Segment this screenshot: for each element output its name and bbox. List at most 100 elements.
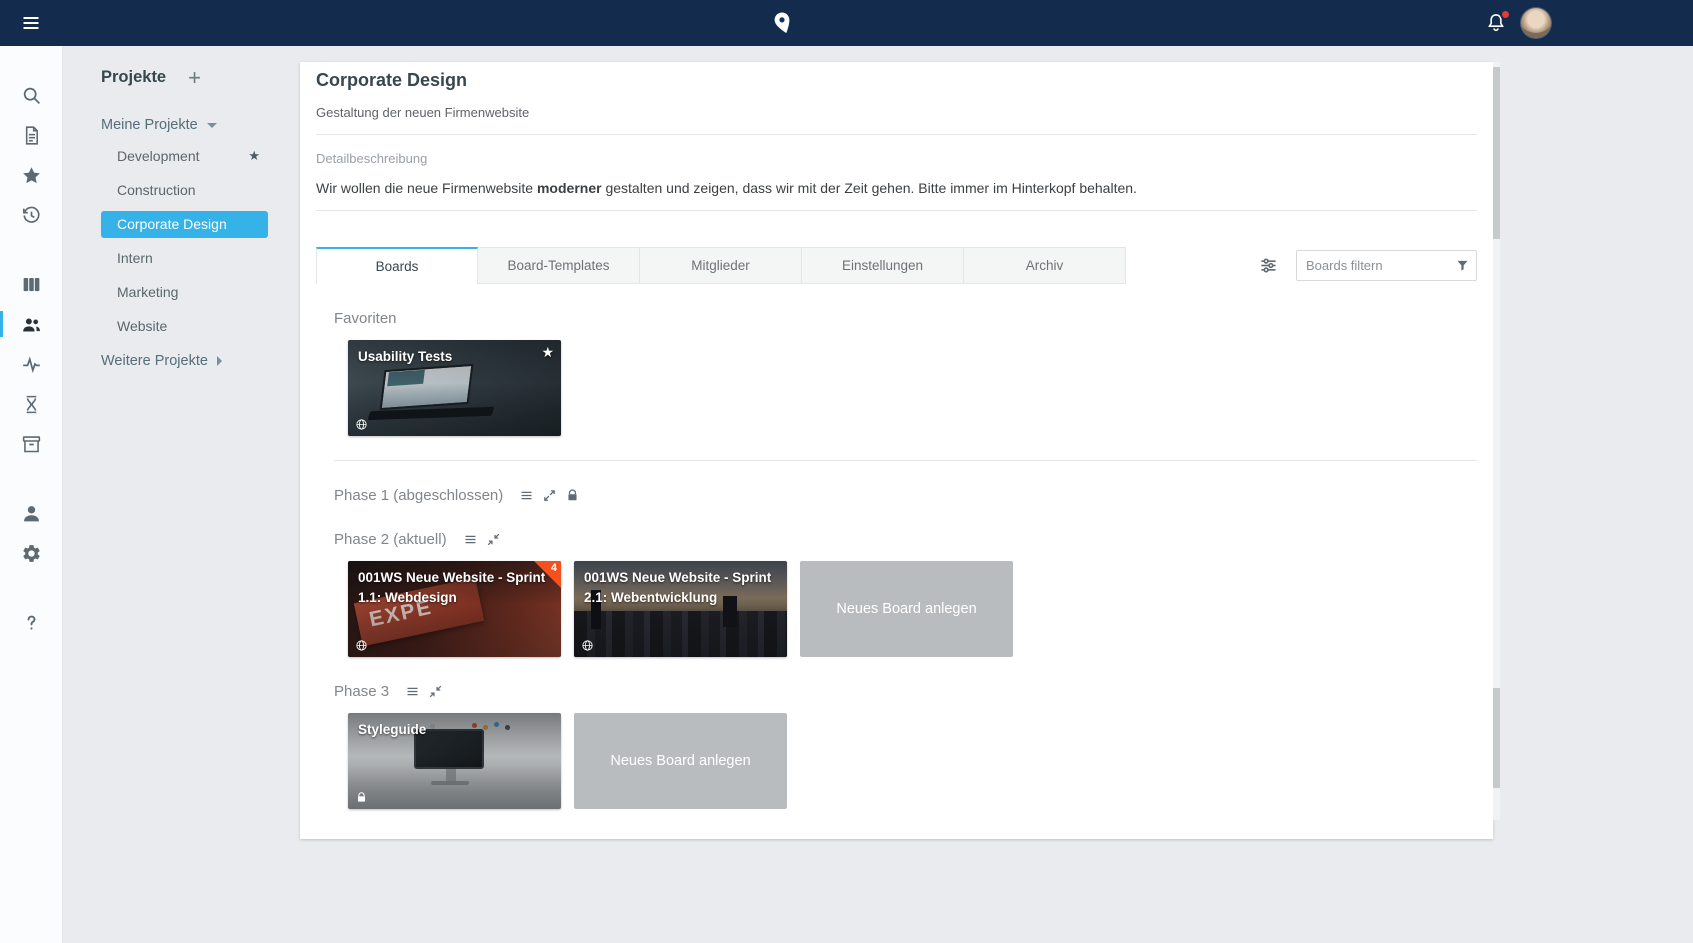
board-card-styleguide[interactable]: Styleguide [348,713,561,809]
list-icon [405,684,420,699]
section-title: Phase 1 (abgeschlossen) [334,487,503,504]
add-project-button[interactable]: + [188,69,201,87]
sidebar-item-marketing[interactable]: Marketing [101,275,268,309]
app-logo-pin-icon [770,6,796,40]
section-collapse-button[interactable] [486,532,501,547]
tab-boards[interactable]: Boards [316,247,478,284]
tab-board-templates[interactable]: Board-Templates [478,247,640,284]
section-lock-button[interactable] [565,488,580,503]
view-options-button[interactable] [1259,256,1278,275]
boards-icon [21,274,42,295]
board-title: 001WS Neue Website - Sprint 2.1: Webentw… [574,561,787,614]
rail-item-activity[interactable] [0,344,62,384]
boards-filter-input[interactable] [1296,250,1477,281]
group-label: Weitere Projekte [101,353,208,369]
app-body: Projekte + Meine Projekte Development★Co… [0,46,1693,943]
project-label: Intern [117,250,260,266]
board-title: Usability Tests [348,340,561,374]
rail-item-document[interactable] [0,115,62,155]
globe-icon [355,639,368,652]
section-list-button[interactable] [463,532,478,547]
tab-einstellungen[interactable]: Einstellungen [802,247,964,284]
section-list-button[interactable] [519,488,534,503]
sidebar-item-construction[interactable]: Construction [101,173,268,207]
menu-button[interactable] [21,13,41,33]
settings-icon [21,543,42,564]
rail-item-settings[interactable] [0,533,62,573]
sidebar-item-development[interactable]: Development★ [101,139,268,173]
team-icon [21,314,42,335]
boards-filter [1296,250,1477,281]
project-label: Construction [117,182,260,198]
sidebar-group-weitere-projekte[interactable]: Weitere Projekte [101,347,268,375]
tune-icon [1259,256,1278,275]
section-expand-button[interactable] [542,488,557,503]
list-icon [519,488,534,503]
sidebar-item-corporate-design[interactable]: Corporate Design [101,211,268,238]
divider [334,460,1477,461]
filter-funnel-icon[interactable] [1455,258,1470,273]
project-label: Website [117,318,260,334]
section-collapse-button[interactable] [428,684,443,699]
page-title: Corporate Design [316,70,1477,91]
group-label: Meine Projekte [101,117,198,133]
project-description: Wir wollen die neue Firmenwebsite modern… [316,178,1477,198]
notifications-button[interactable] [1485,12,1507,34]
section-title: Phase 3 [334,683,389,700]
collapse-icon [486,532,501,547]
section-list-button[interactable] [405,684,420,699]
lock-icon [565,488,580,503]
add-board-card[interactable]: Neues Board anlegen [574,713,787,809]
add-board-card[interactable]: Neues Board anlegen [800,561,1013,657]
board-section-phase-1-abgeschlossen: Phase 1 (abgeschlossen) [334,485,1477,505]
description-bold: moderner [537,180,602,196]
document-icon [21,125,42,146]
rail-item-archive[interactable] [0,424,62,464]
project-label: Corporate Design [117,216,260,232]
board-card-usability-tests[interactable]: Usability Tests★ [348,340,561,436]
rail-item-search[interactable] [0,75,62,115]
chevron-right-icon [217,356,222,366]
lock-icon [355,791,368,804]
user-avatar[interactable] [1521,8,1551,38]
board-section-favoriten: FavoritenUsability Tests★ [334,308,1477,436]
board-favorite-star-icon[interactable]: ★ [541,344,554,361]
tab-mitglieder[interactable]: Mitglieder [640,247,802,284]
hourglass-icon [21,394,42,415]
board-card-001ws-neue-website-sprint-1-1-webdesign[interactable]: EXPE001WS Neue Website - Sprint 1.1: Web… [348,561,561,657]
project-label: Development [117,148,248,164]
rail-item-help[interactable] [0,602,62,642]
description-text: Wir wollen die neue Firmenwebsite [316,180,537,196]
projects-panel: Projekte + Meine Projekte Development★Co… [63,46,300,943]
chevron-down-icon [207,123,217,128]
scrollbar-thumb[interactable] [1493,688,1500,788]
rail-item-star[interactable] [0,155,62,195]
rail-item-boards[interactable] [0,264,62,304]
scrollbar-thumb[interactable] [1493,67,1500,239]
sidebar-group-meine-projekte[interactable]: Meine Projekte [101,111,268,139]
divider [316,134,1477,135]
rail-item-hourglass[interactable] [0,384,62,424]
board-title: Styleguide [348,713,561,747]
sidebar-item-website[interactable]: Website [101,309,268,343]
sidebar-item-intern[interactable]: Intern [101,241,268,275]
list-icon [463,532,478,547]
favorite-star-icon[interactable]: ★ [248,148,260,164]
hamburger-menu-icon [21,13,41,33]
topbar-right [1485,0,1551,46]
rail-item-team[interactable] [0,304,62,344]
section-title: Phase 2 (aktuell) [334,531,447,548]
scrollbar-track[interactable] [1493,62,1500,820]
history-icon [21,205,42,226]
divider [316,210,1477,211]
plus-icon: + [188,65,201,90]
rail-item-history[interactable] [0,195,62,235]
project-list: Development★ Construction Corporate Design… [101,139,268,343]
description-text: gestalten und zeigen, dass wir mit der Z… [602,180,1137,196]
tab-archiv[interactable]: Archiv [964,247,1126,284]
rail-item-user[interactable] [0,493,62,533]
help-icon [21,612,42,633]
board-card-001ws-neue-website-sprint-2-1-webentwicklung[interactable]: 001WS Neue Website - Sprint 2.1: Webentw… [574,561,787,657]
search-icon [21,85,42,106]
project-overview-card: Corporate Design Gestaltung der neuen Fi… [300,62,1493,839]
